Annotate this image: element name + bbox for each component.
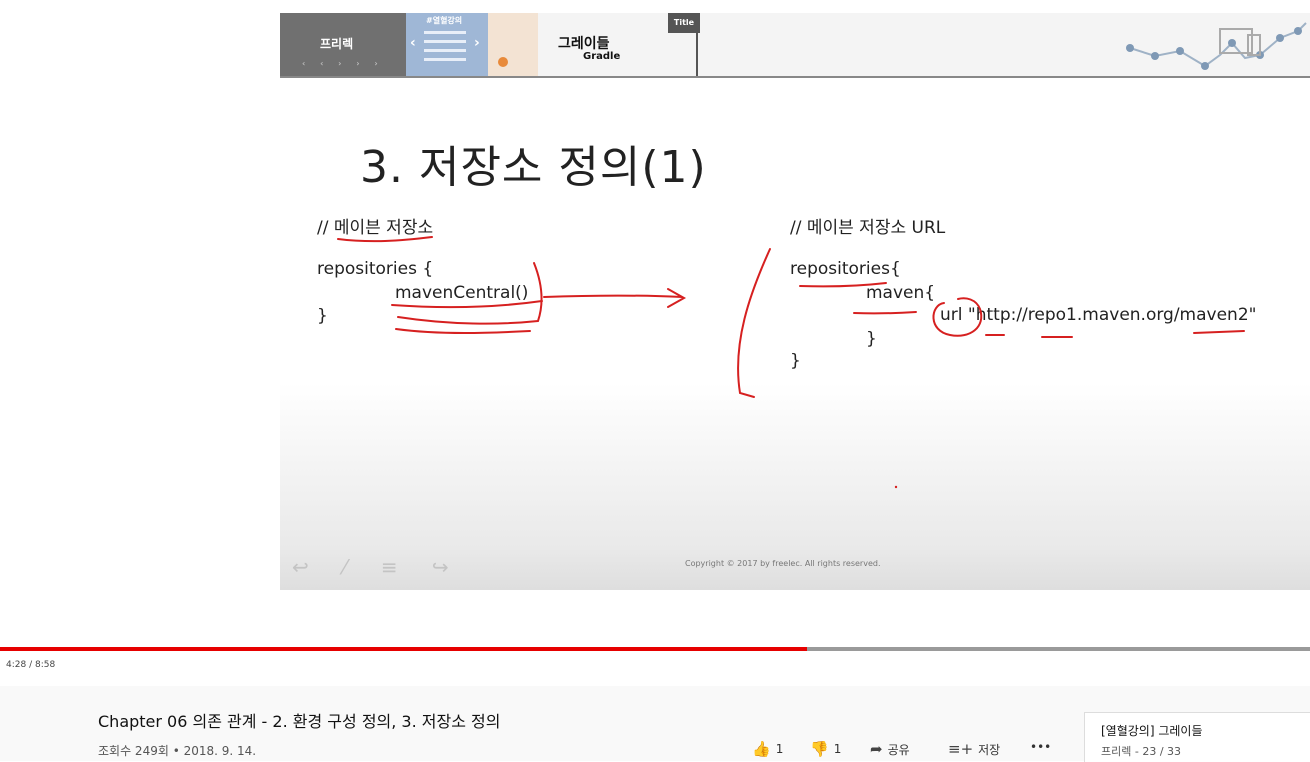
playlist-subtitle: 프리렉 - 23 / 33 <box>1101 745 1182 758</box>
save-button[interactable]: ≡+ 저장 <box>948 740 1000 758</box>
video-player[interactable]: 프리렉 ‹ ‹ › › › #열혈강의 ‹ › 그레이들 Gradle Titl… <box>280 13 1310 590</box>
dislike-button[interactable]: 👎 1 <box>810 740 841 758</box>
save-label: 저장 <box>978 742 1001 757</box>
slide-controls: ↩ ⁄ ≡ ↪ <box>292 555 463 579</box>
progress-bar[interactable] <box>0 647 1310 651</box>
thumbs-down-icon: 👎 <box>810 740 829 758</box>
playlist-title[interactable]: [열혈강의] 그레이들 <box>1101 722 1203 739</box>
more-button[interactable]: ••• <box>1030 740 1051 754</box>
dislike-count: 1 <box>833 742 842 756</box>
progress-played <box>0 647 807 651</box>
playlist-panel[interactable]: [열혈강의] 그레이들 프리렉 - 23 / 33 <box>1084 712 1310 762</box>
more-icon: ••• <box>1030 740 1052 754</box>
copyright-text: Copyright © 2017 by freelec. All rights … <box>685 559 881 568</box>
like-button[interactable]: 👍 1 <box>752 740 783 758</box>
thumbs-up-icon: 👍 <box>752 740 771 758</box>
pen-annotations <box>337 236 1245 489</box>
share-label: 공유 <box>887 742 910 757</box>
playlist-add-icon: ≡+ <box>948 740 974 758</box>
like-count: 1 <box>775 742 784 756</box>
video-meta: 조회수 249회 • 2018. 9. 14. <box>98 744 257 758</box>
share-button[interactable]: ➦ 공유 <box>870 740 910 758</box>
video-title: Chapter 06 의존 관계 - 2. 환경 구성 정의, 3. 저장소 정… <box>98 712 501 731</box>
time-display: 4:28 / 8:58 <box>6 660 56 670</box>
share-icon: ➦ <box>870 740 883 758</box>
